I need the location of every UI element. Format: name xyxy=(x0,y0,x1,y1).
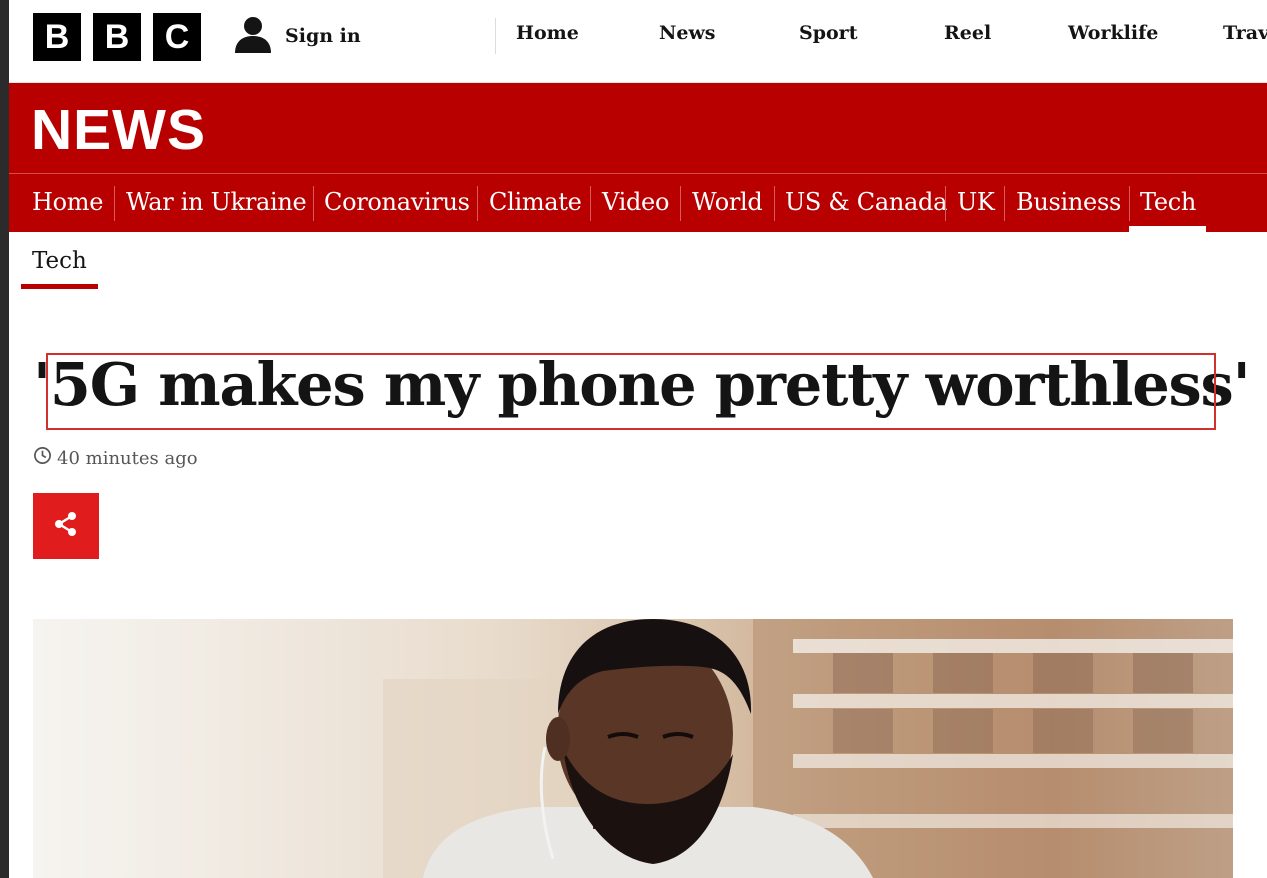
global-header: B B C Sign in Home News Sport Reel Workl… xyxy=(9,0,1267,83)
nav-divider xyxy=(495,18,496,54)
section-nav-video[interactable]: Video xyxy=(602,188,669,216)
nav-divider xyxy=(680,186,681,221)
section-nav-home[interactable]: Home xyxy=(32,188,103,216)
nav-divider xyxy=(477,186,478,221)
sub-nav-tech[interactable]: Tech xyxy=(32,248,87,274)
section-nav-world[interactable]: World xyxy=(692,188,763,216)
nav-divider xyxy=(1004,186,1005,221)
man-looking-at-phone-photo xyxy=(383,619,1233,878)
active-subnav-indicator xyxy=(21,284,98,289)
article-hero-image xyxy=(33,619,1233,878)
article-headline: '5G makes my phone pretty worthless' xyxy=(33,350,1251,419)
top-nav-reel[interactable]: Reel xyxy=(944,22,991,44)
nav-divider xyxy=(114,186,115,221)
top-nav-sport[interactable]: Sport xyxy=(799,22,857,44)
user-icon xyxy=(233,14,273,58)
bbc-logo-letter: B xyxy=(93,13,141,61)
top-nav-home[interactable]: Home xyxy=(516,22,579,44)
article-timestamp: 40 minutes ago xyxy=(33,446,198,470)
sign-in-button[interactable]: Sign in xyxy=(233,16,361,56)
section-nav: Home War in Ukraine Coronavirus Climate … xyxy=(9,174,1267,232)
section-nav-tech[interactable]: Tech xyxy=(1140,188,1196,216)
section-nav-coronavirus[interactable]: Coronavirus xyxy=(324,188,470,216)
section-nav-climate[interactable]: Climate xyxy=(489,188,582,216)
section-nav-war-in-ukraine[interactable]: War in Ukraine xyxy=(126,188,307,216)
timestamp-text: 40 minutes ago xyxy=(57,447,198,469)
nav-divider xyxy=(590,186,591,221)
share-button[interactable] xyxy=(33,493,99,559)
active-section-indicator xyxy=(1129,226,1206,232)
section-nav-business[interactable]: Business xyxy=(1016,188,1121,216)
nav-divider xyxy=(774,186,775,221)
sign-in-label: Sign in xyxy=(285,25,361,47)
news-logo[interactable]: NEWS xyxy=(31,97,206,163)
bbc-logo-letter: B xyxy=(33,13,81,61)
bbc-logo-letter: C xyxy=(153,13,201,61)
top-nav-worklife[interactable]: Worklife xyxy=(1068,22,1158,44)
nav-divider xyxy=(313,186,314,221)
section-nav-us-canada[interactable]: US & Canada xyxy=(785,188,947,216)
bbc-logo[interactable]: B B C xyxy=(33,13,201,61)
nav-divider xyxy=(1129,186,1130,221)
section-nav-uk[interactable]: UK xyxy=(957,188,995,216)
clock-icon xyxy=(33,446,52,470)
top-nav-travel[interactable]: Travel xyxy=(1223,22,1267,44)
top-nav-news[interactable]: News xyxy=(659,22,716,44)
news-banner: NEWS xyxy=(9,83,1267,173)
share-icon xyxy=(51,509,81,543)
window-edge xyxy=(0,0,9,878)
nav-divider xyxy=(945,186,946,221)
